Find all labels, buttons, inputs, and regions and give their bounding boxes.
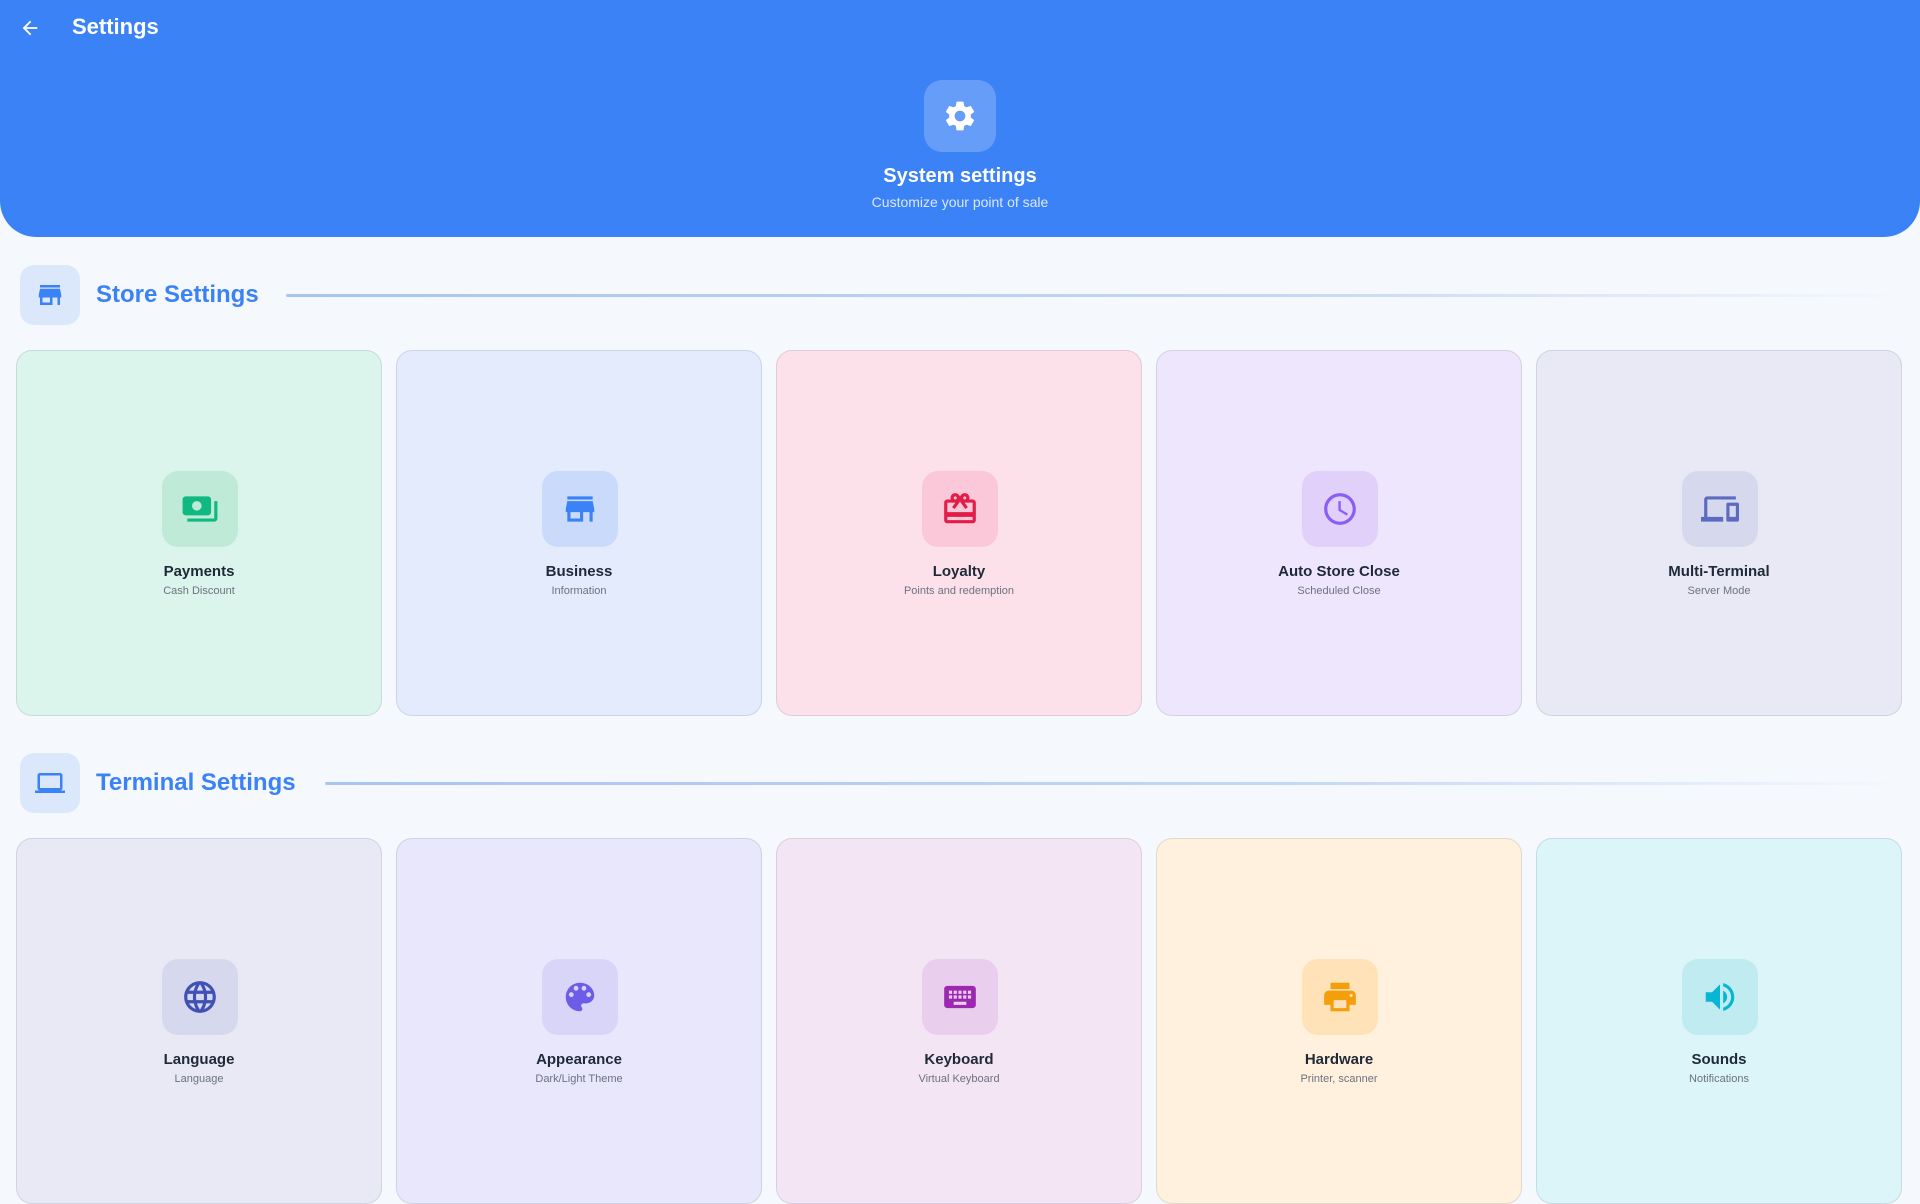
payments-icon [162, 471, 238, 547]
laptop-icon [20, 753, 80, 813]
card-label: Business [545, 563, 613, 580]
card-label: Hardware [1304, 1051, 1374, 1068]
devices-icon [1682, 471, 1758, 547]
settings-card-appearance[interactable]: Appearance Dark/Light Theme [396, 838, 762, 1204]
back-button[interactable] [12, 10, 48, 46]
card-subtitle: Points and redemption [903, 585, 1015, 597]
arrow-back-icon [22, 20, 38, 36]
card-subtitle: Notifications [1689, 1073, 1749, 1085]
section-header: Store Settings [20, 265, 1900, 325]
globe-icon [162, 959, 238, 1035]
section-header: Terminal Settings [20, 753, 1900, 813]
card-label: Appearance [536, 1051, 622, 1068]
section-divider [286, 294, 1900, 297]
gear-icon [924, 80, 996, 152]
printer-icon [1302, 959, 1378, 1035]
settings-card-payments[interactable]: Payments Cash Discount [16, 350, 382, 716]
hero-subtitle: Customize your point of sale [871, 194, 1049, 210]
card-label: Multi-Terminal [1668, 563, 1770, 580]
settings-card-auto-store-close[interactable]: Auto Store Close Scheduled Close [1156, 350, 1522, 716]
section-title: Store Settings [96, 281, 259, 308]
settings-card-keyboard[interactable]: Keyboard Virtual Keyboard [776, 838, 1142, 1204]
volume-icon [1682, 959, 1758, 1035]
header: Settings System settings Customize your … [0, 0, 1920, 237]
card-subtitle: Printer, scanner [1300, 1073, 1378, 1085]
card-subtitle: Dark/Light Theme [535, 1073, 623, 1085]
store-icon [20, 265, 80, 325]
settings-card-hardware[interactable]: Hardware Printer, scanner [1156, 838, 1522, 1204]
card-label: Language [163, 1051, 235, 1068]
settings-card-sounds[interactable]: Sounds Notifications [1536, 838, 1902, 1204]
settings-card-loyalty[interactable]: Loyalty Points and redemption [776, 350, 1142, 716]
store-icon [542, 471, 618, 547]
clock-icon [1302, 471, 1378, 547]
card-subtitle: Scheduled Close [1297, 585, 1381, 597]
settings-card-multi-terminal[interactable]: Multi-Terminal Server Mode [1536, 350, 1902, 716]
card-subtitle: Server Mode [1687, 585, 1751, 597]
card-label: Payments [163, 563, 235, 580]
section-divider [325, 782, 1900, 785]
card-label: Keyboard [924, 1051, 994, 1068]
palette-icon [542, 959, 618, 1035]
gift-card-icon [922, 471, 998, 547]
page-title: Settings [72, 14, 159, 39]
card-subtitle: Virtual Keyboard [918, 1073, 1000, 1085]
settings-card-language[interactable]: Language Language [16, 838, 382, 1204]
card-label: Auto Store Close [1278, 563, 1400, 580]
section-title: Terminal Settings [96, 769, 296, 796]
card-subtitle: Information [551, 585, 607, 597]
card-label: Loyalty [932, 563, 986, 580]
hero-title: System settings [883, 165, 1037, 187]
card-label: Sounds [1691, 1051, 1747, 1068]
card-subtitle: Cash Discount [163, 585, 235, 597]
settings-card-business[interactable]: Business Information [396, 350, 762, 716]
keyboard-icon [922, 959, 998, 1035]
card-subtitle: Language [174, 1073, 224, 1085]
